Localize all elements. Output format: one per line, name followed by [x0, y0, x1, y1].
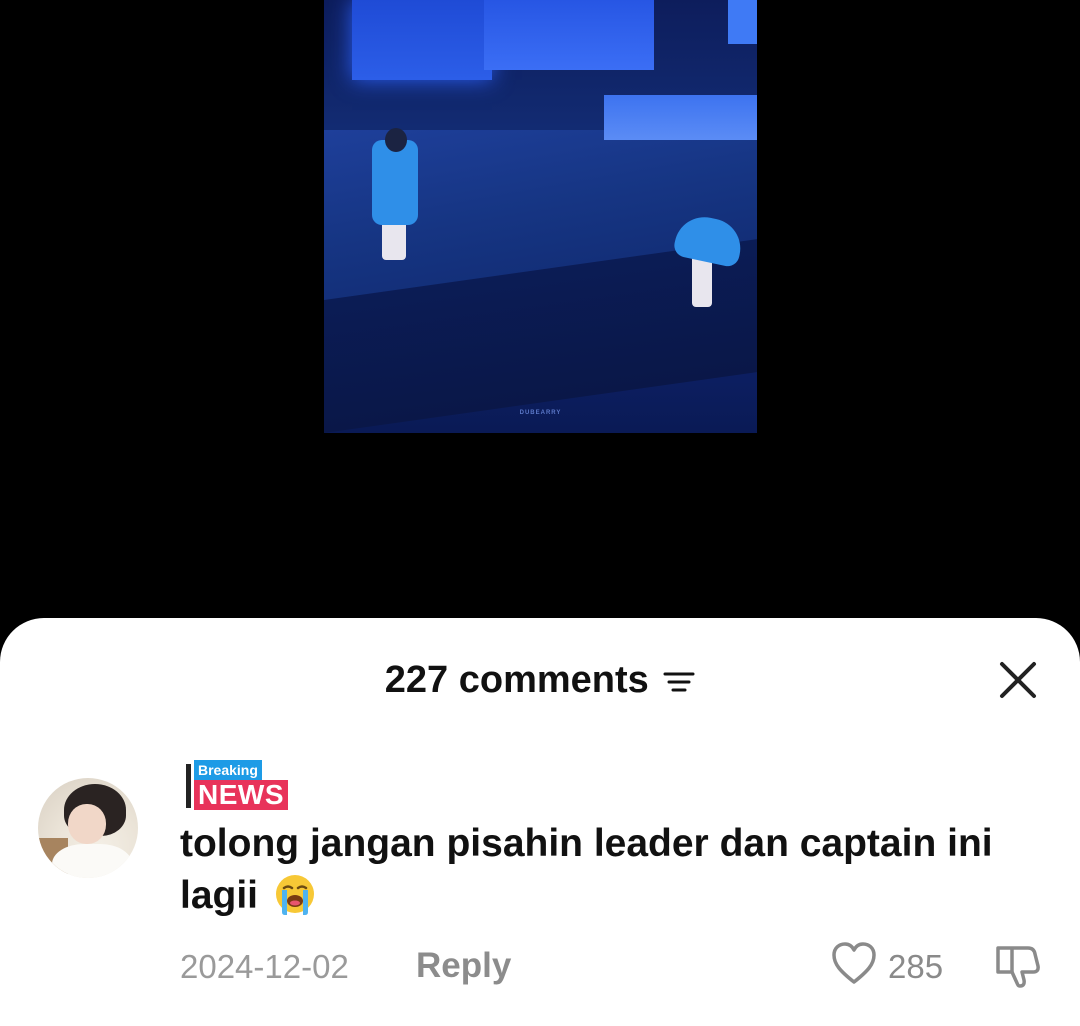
badge-breaking-label: Breaking [194, 760, 262, 780]
thumbs-down-icon[interactable] [992, 940, 1042, 990]
comments-header: 227 comments [0, 658, 1080, 702]
comments-sheet: 227 comments Breaking NEWS tolong jangan… [0, 618, 1080, 1026]
comment-date: 2024-12-02 [180, 948, 349, 985]
breaking-news-badge[interactable]: Breaking NEWS [180, 760, 300, 814]
avatar[interactable] [38, 778, 138, 878]
sort-lines-icon[interactable] [663, 670, 695, 694]
badge-bar [186, 764, 191, 808]
heart-icon[interactable] [830, 940, 878, 986]
close-icon[interactable] [996, 658, 1040, 702]
performer-figure [385, 128, 407, 152]
stage-screen [728, 0, 757, 44]
video-player[interactable]: DUBEARRY [0, 0, 1080, 640]
video-watermark: DUBEARRY [519, 410, 562, 416]
comment-footer: 2024-12-02 Reply 285 [0, 940, 1080, 990]
badge-news-label: NEWS [194, 780, 288, 810]
stage-screen [484, 0, 654, 70]
performer-figure [692, 255, 712, 307]
reply-button[interactable]: Reply [416, 946, 511, 986]
comment-item: Breaking NEWS tolong jangan pisahin lead… [0, 754, 1080, 1024]
stage-screen [604, 95, 757, 140]
avatar-face [68, 804, 106, 844]
comment-text: tolong jangan pisahin leader dan captain… [180, 818, 1040, 922]
stage-screen [352, 0, 492, 80]
like-count: 285 [888, 948, 944, 985]
avatar-body [52, 844, 132, 878]
performer-figure [372, 140, 418, 225]
video-frame[interactable]: DUBEARRY [324, 0, 757, 433]
loudly-crying-face-icon [275, 875, 314, 915]
comments-count: 227 comments [384, 659, 649, 701]
